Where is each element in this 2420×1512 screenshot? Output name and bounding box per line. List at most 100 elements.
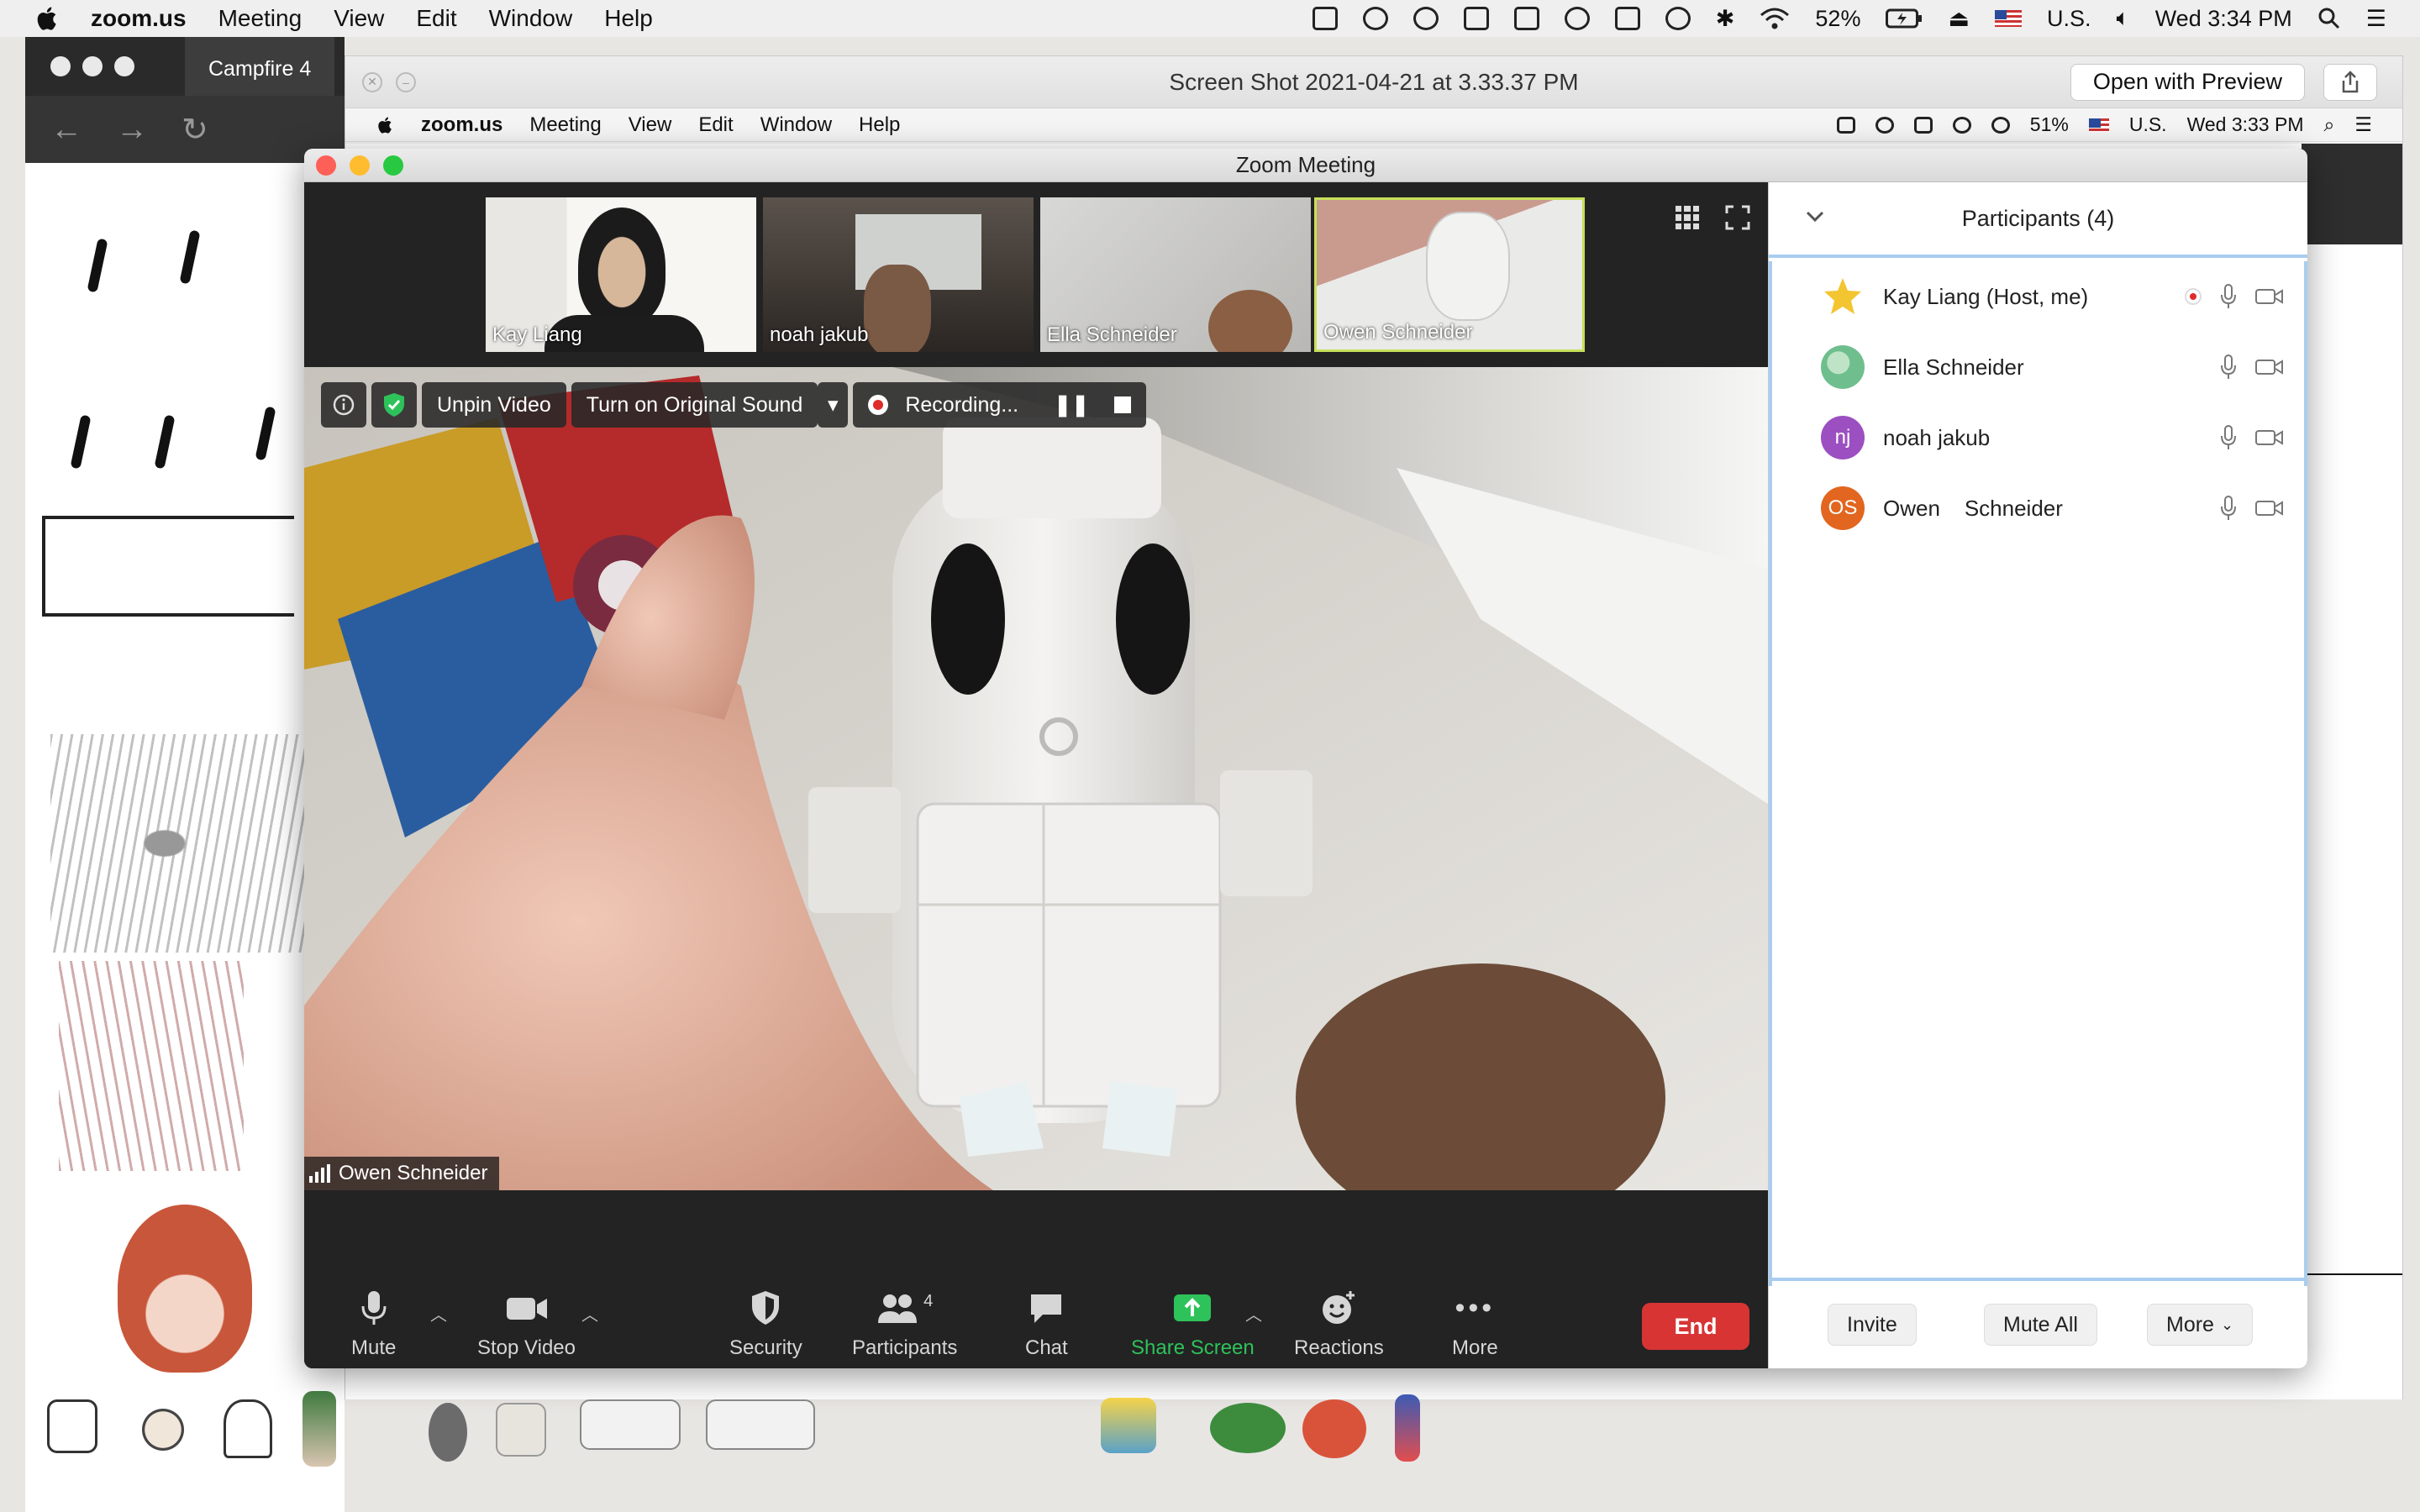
minimize-window-icon[interactable]	[350, 155, 370, 176]
share-options-caret-icon[interactable]: ︿	[1245, 1301, 1262, 1326]
video-camera-icon[interactable]	[2255, 287, 2284, 306]
share-button[interactable]	[2323, 63, 2377, 101]
globe-sticker[interactable]	[429, 1403, 467, 1462]
sync-icon[interactable]	[1413, 7, 1439, 30]
participants-button[interactable]: 4 Participants	[852, 1289, 957, 1360]
participant-row[interactable]: nj noah jakub	[1772, 402, 2304, 473]
turtle-sticker[interactable]	[1210, 1403, 1286, 1453]
video-thumbnail[interactable]: noah jakub	[763, 197, 1034, 352]
volume-icon[interactable]: 🔈︎	[2116, 5, 2129, 32]
card-sticker[interactable]	[496, 1403, 546, 1457]
can-sticker[interactable]	[1395, 1394, 1420, 1462]
chat-button[interactable]: Chat	[1025, 1289, 1068, 1360]
minimize-icon[interactable]: –	[396, 71, 416, 92]
browser-nav-bar: ← → ↻	[25, 96, 345, 163]
microphone-icon[interactable]	[2220, 284, 2237, 309]
creative-cloud-icon[interactable]	[1362, 7, 1388, 30]
audio-options-caret-icon[interactable]: ︿	[430, 1301, 447, 1326]
browser-tab[interactable]: Campfire 4	[185, 37, 335, 96]
gallery-view-icon[interactable]	[1676, 206, 1699, 229]
video-thumbnail[interactable]: Kay Liang	[486, 197, 756, 352]
zoom-window-controls[interactable]	[316, 155, 403, 176]
microphone-icon[interactable]	[2220, 496, 2237, 521]
participant-row[interactable]: OS Owen Schneider	[1772, 473, 2304, 543]
back-arrow-icon[interactable]: ←	[50, 112, 82, 148]
participant-row[interactable]: Kay Liang (Host, me)	[1772, 261, 2304, 332]
mute-all-button[interactable]: Mute All	[1984, 1304, 2097, 1346]
zoom-status-icon[interactable]	[1312, 7, 1338, 30]
unpin-video-button[interactable]: Unpin Video	[422, 382, 566, 428]
menu-window[interactable]: Window	[489, 5, 573, 32]
dice-sticker[interactable]	[47, 1399, 97, 1453]
close-icon[interactable]: ✕	[362, 71, 382, 92]
video-thumbnail[interactable]: Ella Schneider	[1040, 197, 1311, 352]
faces-sticker[interactable]	[131, 1398, 195, 1462]
menu-help[interactable]: Help	[604, 5, 653, 32]
menu-view[interactable]: View	[334, 5, 384, 32]
share-screen-button[interactable]: Share Screen	[1131, 1289, 1255, 1360]
do-not-disturb-icon[interactable]	[1564, 7, 1590, 30]
participants-label: Participants	[852, 1336, 958, 1359]
apple-menu-icon[interactable]	[34, 4, 62, 33]
note-sticker[interactable]	[706, 1399, 815, 1450]
mute-button[interactable]: Mute	[351, 1289, 396, 1360]
display-icon[interactable]	[1463, 7, 1489, 30]
end-meeting-button[interactable]: End	[1642, 1303, 1749, 1350]
video-options-caret-icon[interactable]: ︿	[581, 1301, 598, 1326]
participant-row[interactable]: Ella Schneider	[1772, 332, 2304, 402]
original-sound-button[interactable]: Turn on Original Sound	[571, 382, 818, 428]
microphone-icon[interactable]	[2220, 425, 2237, 450]
creative-cloud-icon	[1875, 116, 1894, 134]
red-ball-sticker[interactable]	[1302, 1399, 1366, 1458]
more-button[interactable]: ••• More	[1452, 1289, 1498, 1360]
preview-window-controls[interactable]: ✕ –	[362, 71, 416, 92]
fullscreen-window-icon[interactable]	[383, 155, 403, 176]
encryption-button[interactable]	[371, 382, 417, 428]
security-button[interactable]: Security	[729, 1289, 802, 1360]
forward-arrow-icon[interactable]: →	[116, 112, 148, 148]
pause-recording-icon[interactable]: ❚❚	[1054, 392, 1089, 417]
close-window-icon[interactable]	[316, 155, 336, 176]
us-flag-icon[interactable]	[1994, 10, 2022, 27]
inner-battery-percent: 51%	[2029, 113, 2069, 135]
thumbnail-name: noah jakub	[770, 323, 869, 346]
reload-icon[interactable]: ↻	[182, 111, 208, 149]
more-dots-icon: •••	[1455, 1291, 1496, 1324]
spotlight-search-icon[interactable]	[2317, 7, 2341, 30]
video-camera-icon[interactable]	[2255, 499, 2284, 517]
menu-edit[interactable]: Edit	[416, 5, 456, 32]
input-source-label[interactable]: U.S.	[2047, 6, 2091, 32]
preview-title: Screen Shot 2021-04-21 at 3.33.37 PM	[1169, 68, 1579, 95]
video-thumbnail-active[interactable]: Owen Schneider	[1314, 197, 1585, 352]
stop-video-button[interactable]: Stop Video	[477, 1289, 576, 1360]
bluetooth-icon[interactable]: ✱	[1716, 6, 1735, 32]
menu-meeting[interactable]: Meeting	[218, 5, 302, 32]
eject-icon[interactable]: ⏏	[1948, 6, 1970, 32]
invite-button[interactable]: Invite	[1828, 1304, 1917, 1346]
browser-window-controls[interactable]	[50, 56, 134, 76]
stop-recording-icon[interactable]	[1114, 396, 1132, 413]
original-sound-menu-button[interactable]: ▾	[818, 382, 849, 428]
meeting-info-button[interactable]	[321, 382, 366, 428]
wifi-icon[interactable]	[1760, 7, 1790, 30]
menu-app-name[interactable]: zoom.us	[91, 5, 187, 32]
open-with-preview-button[interactable]: Open with Preview	[2070, 63, 2305, 101]
chevron-down-icon[interactable]	[1806, 211, 1824, 223]
video-camera-icon[interactable]	[2255, 358, 2284, 376]
battery-icon[interactable]	[1886, 8, 1923, 29]
video-camera-icon[interactable]	[2255, 428, 2284, 447]
airplay-icon[interactable]	[1614, 7, 1640, 30]
colorful-card-sticker[interactable]	[1101, 1398, 1156, 1453]
microphone-icon[interactable]	[2220, 354, 2237, 380]
time-machine-icon[interactable]	[1665, 7, 1691, 30]
active-speaker-name: Owen Schneider	[339, 1162, 488, 1184]
notification-center-icon[interactable]: ☰	[2366, 6, 2386, 32]
panel-more-button[interactable]: More ⌄	[2147, 1304, 2254, 1346]
figure-sticker[interactable]	[224, 1399, 272, 1458]
reactions-button[interactable]: Reactions	[1294, 1289, 1384, 1360]
bottle-sticker[interactable]	[302, 1391, 336, 1467]
fullscreen-icon[interactable]	[1724, 204, 1751, 231]
menubar-clock[interactable]: Wed 3:34 PM	[2155, 6, 2292, 32]
window-manager-icon[interactable]	[1513, 7, 1539, 30]
note-sticker[interactable]	[580, 1399, 681, 1450]
